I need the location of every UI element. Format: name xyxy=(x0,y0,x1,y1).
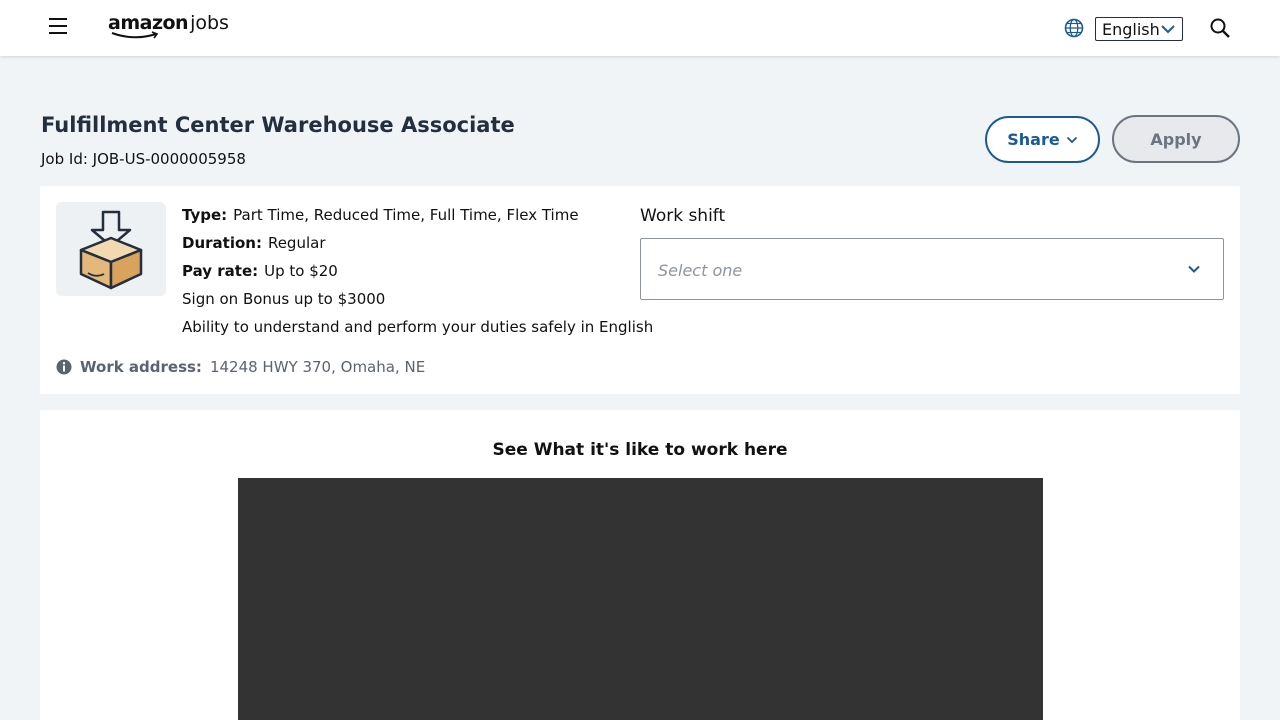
chevron-down-icon xyxy=(1188,265,1200,273)
info-icon xyxy=(56,359,72,375)
job-details-card: Type: Part Time, Reduced Time, Full Time,… xyxy=(40,186,1240,394)
video-player[interactable] xyxy=(238,478,1043,720)
job-type-value: Part Time, Reduced Time, Full Time, Flex… xyxy=(233,206,579,224)
amazon-jobs-logo[interactable]: amazon jobs xyxy=(108,12,229,40)
work-shift-select[interactable]: Select one xyxy=(640,238,1224,300)
globe-icon[interactable] xyxy=(1064,18,1084,38)
job-pay-rate-value: Up to $20 xyxy=(264,262,338,280)
share-button-label: Share xyxy=(1007,130,1060,149)
job-id: Job Id: JOB-US-0000005958 xyxy=(41,150,246,168)
work-shift-dropdown-toggle[interactable] xyxy=(1177,251,1211,287)
job-title: Fulfillment Center Warehouse Associate xyxy=(41,113,515,137)
sign-on-bonus: Sign on Bonus up to $3000 xyxy=(182,290,386,308)
work-address-label: Work address: xyxy=(80,358,202,376)
menu-icon[interactable] xyxy=(44,12,72,40)
apply-button[interactable]: Apply xyxy=(1112,115,1240,163)
work-address: Work address: 14248 HWY 370, Omaha, NE xyxy=(56,358,425,376)
top-navigation-bar: amazon jobs English xyxy=(0,0,1280,56)
language-select-value: English xyxy=(1102,19,1160,39)
video-heading: See What it's like to work here xyxy=(492,440,788,460)
header-edge-control[interactable] xyxy=(1258,0,1280,58)
apply-button-label: Apply xyxy=(1150,129,1202,149)
work-shift-placeholder: Select one xyxy=(658,261,743,280)
job-duration-label: Duration: xyxy=(182,234,262,252)
language-select[interactable]: English xyxy=(1095,17,1183,41)
work-shift-label: Work shift xyxy=(640,206,726,226)
package-box-icon xyxy=(79,210,143,290)
logo-jobs-text: jobs xyxy=(190,12,229,34)
work-address-value: 14248 HWY 370, Omaha, NE xyxy=(209,358,426,376)
job-type-label: Type: xyxy=(182,206,228,224)
job-pay-rate-label: Pay rate: xyxy=(182,262,259,280)
job-duration-value: Regular xyxy=(267,234,326,252)
chevron-down-icon xyxy=(1066,136,1077,143)
job-duration: Duration: Regular xyxy=(182,234,326,252)
share-button[interactable]: Share xyxy=(985,116,1100,163)
search-icon[interactable] xyxy=(1209,17,1231,39)
job-thumbnail xyxy=(56,202,166,296)
job-type: Type: Part Time, Reduced Time, Full Time,… xyxy=(182,206,579,224)
amazon-smile-icon xyxy=(111,31,159,39)
job-pay-rate: Pay rate: Up to $20 xyxy=(182,262,338,280)
job-requirement: Ability to understand and perform your d… xyxy=(182,318,654,336)
chevron-down-icon xyxy=(1161,25,1175,34)
video-section: See What it's like to work here xyxy=(40,410,1240,720)
